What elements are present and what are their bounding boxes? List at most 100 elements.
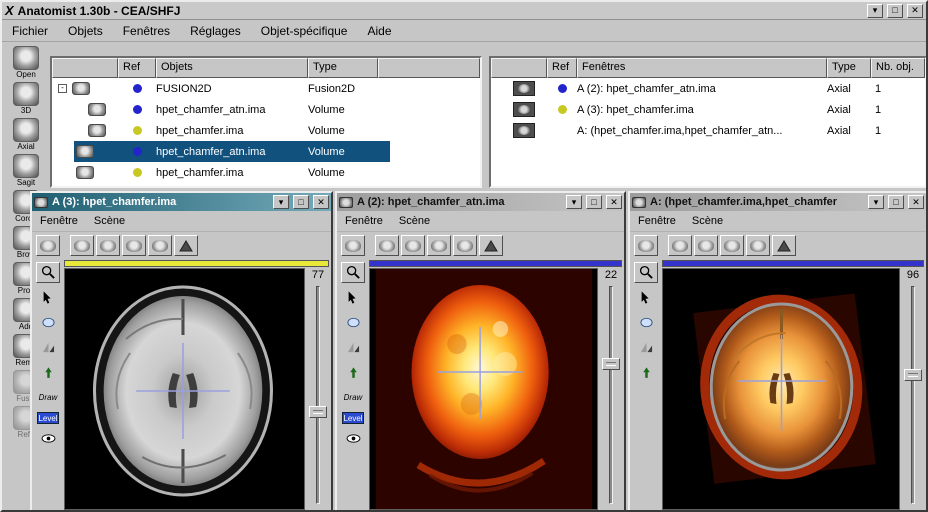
windows-header-ref[interactable]: Ref: [547, 58, 577, 78]
view-button-3[interactable]: [122, 235, 146, 256]
close-button[interactable]: ✕: [606, 195, 622, 209]
objects-header-blank[interactable]: [52, 58, 118, 78]
eye-tool-button[interactable]: [36, 428, 60, 449]
minimize-button[interactable]: ▾: [867, 4, 883, 18]
menu-scene[interactable]: Scène: [399, 215, 430, 227]
zoom-tool-button[interactable]: [634, 262, 658, 283]
translate-tool-button[interactable]: [634, 362, 658, 383]
lens-tool-button[interactable]: [634, 312, 658, 333]
draw-tool-button[interactable]: Draw: [341, 387, 365, 408]
view-button-2[interactable]: [96, 235, 120, 256]
view-button-1[interactable]: [375, 235, 399, 256]
viewer3-toolbar: [630, 232, 926, 259]
object-row-fusion2d[interactable]: - FUSION2D Fusion2D: [52, 78, 480, 99]
clipping-cone-button[interactable]: [479, 235, 503, 256]
view-button-1[interactable]: [668, 235, 692, 256]
clipping-cone-button[interactable]: [772, 235, 796, 256]
pointer-tool-button[interactable]: [634, 287, 658, 308]
translate-tool-button[interactable]: [36, 362, 60, 383]
objects-header-name[interactable]: Objets: [156, 58, 308, 78]
view-button-3[interactable]: [720, 235, 744, 256]
windows-header-nb[interactable]: Nb. obj.: [871, 58, 925, 78]
viewer2-titlebar[interactable]: A (2): hpet_chamfer_atn.ima ▾ □ ✕: [337, 193, 624, 211]
close-button[interactable]: ✕: [908, 195, 924, 209]
view-button-4[interactable]: [453, 235, 477, 256]
axial-view-button[interactable]: [341, 235, 365, 256]
flip-tool-button[interactable]: [341, 337, 365, 358]
object-row-selected[interactable]: hpet_chamfer_atn.ima Volume: [52, 141, 480, 162]
windows-header-type[interactable]: Type: [827, 58, 871, 78]
minimize-button[interactable]: ▾: [868, 195, 884, 209]
toolbar-open-button[interactable]: Open: [6, 46, 46, 80]
flip-tool-button[interactable]: [634, 337, 658, 358]
view-button-2[interactable]: [401, 235, 425, 256]
fusion-slice-canvas[interactable]: [662, 268, 900, 510]
window-row-a3[interactable]: A (3): hpet_chamfer.ima Axial 1: [491, 99, 925, 120]
minimize-button[interactable]: ▾: [566, 195, 582, 209]
window-row-a2[interactable]: A (2): hpet_chamfer_atn.ima Axial 1: [491, 78, 925, 99]
collapse-icon[interactable]: -: [58, 84, 67, 93]
zoom-tool-button[interactable]: [341, 262, 365, 283]
menu-fenetre[interactable]: Fenêtre: [638, 215, 676, 227]
flip-tool-button[interactable]: [36, 337, 60, 358]
axial-view-button[interactable]: [634, 235, 658, 256]
menu-objet-specifique[interactable]: Objet-spécifique: [261, 24, 348, 38]
objects-header-ref[interactable]: Ref: [118, 58, 156, 78]
object-row-child-1[interactable]: hpet_chamfer_atn.ima Volume: [52, 99, 480, 120]
clipping-cone-button[interactable]: [174, 235, 198, 256]
viewer1-menubar: Fenêtre Scène: [32, 211, 331, 232]
menu-fenetre[interactable]: Fenêtre: [345, 215, 383, 227]
level-tool-button[interactable]: Level: [342, 412, 364, 424]
view-button-2[interactable]: [694, 235, 718, 256]
view-button-4[interactable]: [746, 235, 770, 256]
view-button-3[interactable]: [427, 235, 451, 256]
level-tool-button[interactable]: Level: [37, 412, 59, 424]
menu-reglages[interactable]: Réglages: [190, 24, 241, 38]
minimize-button[interactable]: ▾: [273, 195, 289, 209]
menu-scene[interactable]: Scène: [94, 215, 125, 227]
lens-tool-button[interactable]: [341, 312, 365, 333]
zoom-tool-button[interactable]: [36, 262, 60, 283]
view-button-1[interactable]: [70, 235, 94, 256]
viewer1-titlebar[interactable]: A (3): hpet_chamfer.ima ▾ □ ✕: [32, 193, 331, 211]
maximize-button[interactable]: □: [293, 195, 309, 209]
menu-fenetre[interactable]: Fenêtre: [40, 215, 78, 227]
menu-fenetres[interactable]: Fenêtres: [123, 24, 170, 38]
view-button-4[interactable]: [148, 235, 172, 256]
maximize-button[interactable]: □: [586, 195, 602, 209]
mri-slice-canvas[interactable]: [64, 268, 305, 510]
viewer3-titlebar[interactable]: A: (hpet_chamfer.ima,hpet_chamfer ▾ □ ✕: [630, 193, 926, 211]
objects-header-type[interactable]: Type: [308, 58, 378, 78]
slider-handle[interactable]: [309, 406, 327, 418]
menu-aide[interactable]: Aide: [367, 24, 391, 38]
axial-view-button[interactable]: [36, 235, 60, 256]
pointer-tool-button[interactable]: [341, 287, 365, 308]
translate-tool-button[interactable]: [341, 362, 365, 383]
slider-handle[interactable]: [602, 358, 620, 370]
object-row-last[interactable]: hpet_chamfer.ima Volume: [52, 162, 480, 183]
slider-groove[interactable]: [609, 286, 613, 504]
object-row-child-2[interactable]: hpet_chamfer.ima Volume: [52, 120, 480, 141]
pet-slice-canvas[interactable]: [369, 268, 598, 510]
close-button[interactable]: ✕: [313, 195, 329, 209]
slider-groove[interactable]: [316, 286, 320, 504]
toolbar-sagittal-button[interactable]: Sagit: [6, 154, 46, 188]
lens-tool-button[interactable]: [36, 312, 60, 333]
pointer-tool-button[interactable]: [36, 287, 60, 308]
main-titlebar[interactable]: X Anatomist 1.30b - CEA/SHFJ ▾ □ ✕: [2, 2, 926, 20]
maximize-button[interactable]: □: [887, 4, 903, 18]
maximize-button[interactable]: □: [888, 195, 904, 209]
windows-header-blank[interactable]: [491, 58, 547, 78]
menu-fichier[interactable]: Fichier: [12, 24, 48, 38]
eye-tool-button[interactable]: [341, 428, 365, 449]
toolbar-axial-button[interactable]: Axial: [6, 118, 46, 152]
menu-objets[interactable]: Objets: [68, 24, 103, 38]
menu-scene[interactable]: Scène: [692, 215, 723, 227]
slider-handle[interactable]: [904, 369, 922, 381]
slider-groove[interactable]: [911, 286, 915, 504]
window-row-fusion[interactable]: A: (hpet_chamfer.ima,hpet_chamfer_atn...…: [491, 120, 925, 141]
toolbar-3d-button[interactable]: 3D: [6, 82, 46, 116]
draw-tool-button[interactable]: Draw: [36, 387, 60, 408]
windows-header-name[interactable]: Fenêtres: [577, 58, 827, 78]
close-button[interactable]: ✕: [907, 4, 923, 18]
